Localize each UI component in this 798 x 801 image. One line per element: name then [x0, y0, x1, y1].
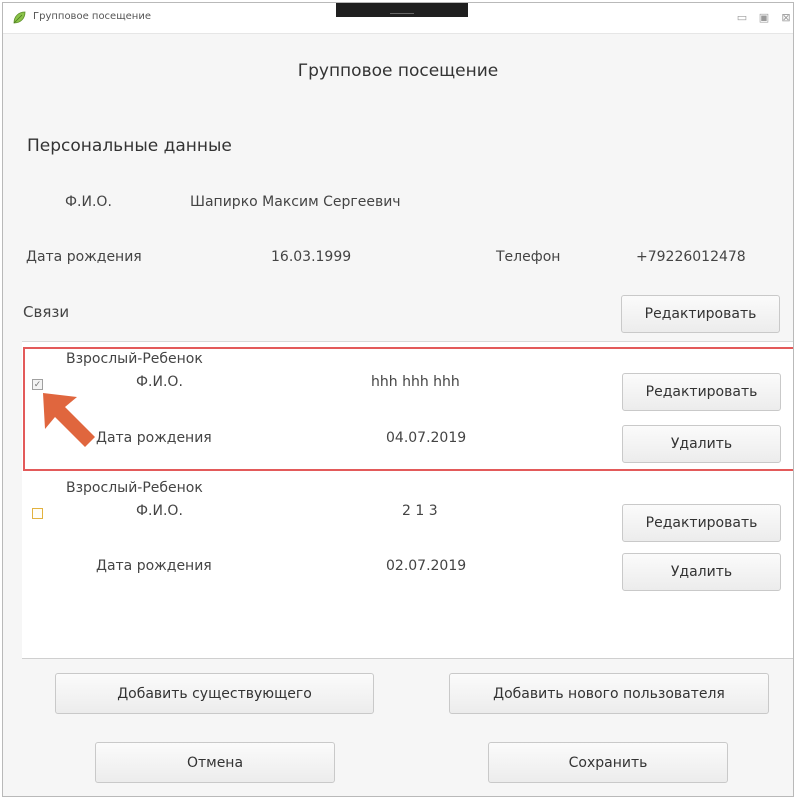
- links-list[interactable]: Взрослый-Ребенок ✓ Ф.И.О. hhh hhh hhh Ре…: [22, 341, 793, 659]
- group-visit-window: Групповое посещение ▭ ▣ ⊠ Групповое посе…: [2, 2, 794, 797]
- delete-relation-button[interactable]: Удалить: [622, 425, 781, 463]
- relation-checkbox[interactable]: ✓: [32, 379, 43, 390]
- leaf-app-icon: [13, 11, 26, 24]
- drag-handle[interactable]: [336, 3, 468, 17]
- relation-birth-label: Дата рождения: [96, 558, 212, 574]
- relation-fio-value: 2 1 3: [402, 503, 438, 519]
- maximize-icon[interactable]: ▣: [755, 9, 773, 27]
- birth-date-value: 16.03.1999: [271, 249, 352, 265]
- dialog-title: Групповое посещение: [297, 61, 499, 81]
- minimize-icon[interactable]: ▭: [733, 9, 751, 27]
- edit-links-button[interactable]: Редактировать: [621, 295, 780, 333]
- phone-value: +79226012478: [636, 249, 746, 265]
- relation-fio-label: Ф.И.О.: [136, 374, 183, 390]
- edit-relation-button[interactable]: Редактировать: [622, 504, 781, 542]
- pointer-arrow-icon: [43, 393, 95, 447]
- add-existing-button[interactable]: Добавить существующего: [55, 673, 374, 714]
- relation-checkbox[interactable]: [32, 508, 43, 519]
- phone-label: Телефон: [496, 249, 561, 265]
- save-button[interactable]: Сохранить: [488, 742, 728, 783]
- window-title: Групповое посещение: [33, 11, 151, 22]
- links-section-title: Связи: [23, 303, 70, 321]
- relation-type: Взрослый-Ребенок: [66, 351, 203, 367]
- edit-relation-button[interactable]: Редактировать: [622, 373, 781, 411]
- fio-value: Шапирко Максим Сергеевич: [190, 194, 401, 210]
- birth-date-label: Дата рождения: [26, 249, 142, 265]
- add-new-user-button[interactable]: Добавить нового пользователя: [449, 673, 769, 714]
- personal-section-title: Персональные данные: [27, 136, 232, 156]
- relation-fio-value: hhh hhh hhh: [371, 374, 460, 390]
- relation-birth-value: 04.07.2019: [386, 430, 467, 446]
- fio-label: Ф.И.О.: [65, 194, 112, 210]
- delete-relation-button[interactable]: Удалить: [622, 553, 781, 591]
- relation-type: Взрослый-Ребенок: [66, 480, 203, 496]
- relation-birth-label: Дата рождения: [96, 430, 212, 446]
- relation-fio-label: Ф.И.О.: [136, 503, 183, 519]
- title-bar[interactable]: Групповое посещение ▭ ▣ ⊠: [3, 3, 793, 34]
- close-icon[interactable]: ⊠: [777, 9, 793, 27]
- relation-birth-value: 02.07.2019: [386, 558, 467, 574]
- cancel-button[interactable]: Отмена: [95, 742, 335, 783]
